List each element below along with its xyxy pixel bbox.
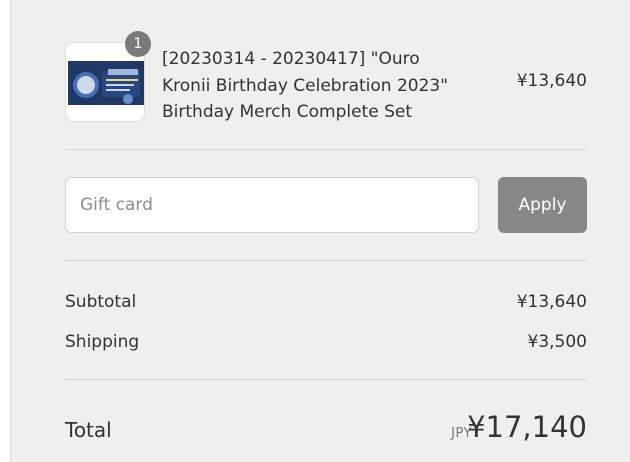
apply-button[interactable]: Apply [498, 177, 587, 233]
divider [65, 379, 587, 380]
order-summary-panel: 1 [20230314 - 20230417] "Ouro Kronii Bir… [10, 0, 630, 462]
divider [65, 260, 587, 261]
merch-artwork-icon [68, 61, 144, 105]
total-label: Total [65, 418, 112, 442]
shipping-label: Shipping [65, 332, 140, 352]
quantity-badge: 1 [125, 31, 151, 57]
subtotal-label: Subtotal [65, 292, 137, 312]
product-thumbnail: 1 [65, 31, 151, 122]
divider [65, 149, 587, 150]
product-title: [20230314 - 20230417] "Ouro Kronii Birth… [162, 49, 449, 122]
product-price: ¥13,640 [516, 71, 587, 91]
gift-card-input[interactable] [65, 177, 479, 233]
shipping-value: ¥3,500 [527, 332, 587, 352]
line-item: 1 [20230314 - 20230417] "Ouro Kronii Bir… [65, 31, 587, 124]
product-image [68, 61, 144, 105]
subtotal-value: ¥13,640 [516, 292, 587, 312]
total-amount: ¥17,140 [467, 410, 587, 444]
